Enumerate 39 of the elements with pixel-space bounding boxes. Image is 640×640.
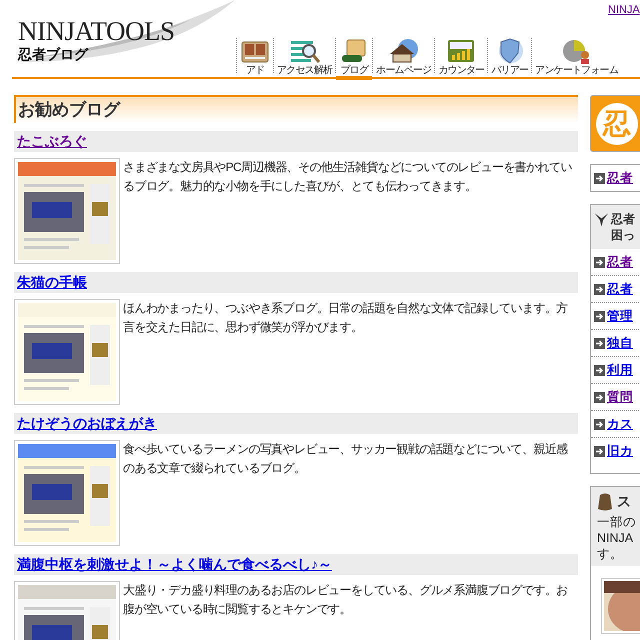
- nav-tab[interactable]: アクセス解析: [274, 38, 336, 80]
- house-globe-icon: [388, 38, 420, 64]
- sidebar-link[interactable]: 質問: [607, 388, 633, 406]
- counter-icon: [446, 38, 476, 64]
- blog-description: ほんわかまったり、つぶやき系ブログ。日常の話題を自然な文体で記録しています。方言を交えた日記に、思わず微笑が浮かびます。: [123, 300, 569, 336]
- blog-description: 食べ歩いているラーメンの写真やレビュー、サッカー観戦の話題などについて、親近感のある文章で綴られているブログ。: [123, 440, 569, 476]
- sidebar-link[interactable]: カス: [607, 414, 633, 434]
- sidebar-link[interactable]: 利用: [607, 360, 633, 380]
- arrow-icon: [595, 338, 604, 348]
- arrow-icon: [595, 174, 604, 182]
- arrow-icon: [595, 420, 604, 428]
- box-text: す。: [597, 546, 624, 562]
- arrow-icon: [595, 284, 604, 294]
- blog-title-link[interactable]: 朱猫の手帳: [17, 272, 87, 292]
- arrow-icon: [595, 366, 604, 374]
- arrow-icon: [595, 312, 604, 320]
- box-text: 一部の: [597, 514, 637, 530]
- sidebar-link[interactable]: 管理: [607, 306, 633, 326]
- box-text: NINJA: [597, 530, 634, 546]
- arrow-icon: [595, 392, 604, 402]
- logo-subtitle: 忍者ブログ: [18, 45, 88, 64]
- arrow-icon: [595, 258, 604, 266]
- basket-icon: [597, 492, 613, 510]
- box-title: 忍者: [611, 211, 635, 227]
- box-title: 困っ: [611, 227, 635, 243]
- logo-title: NINJATOOLS: [18, 16, 175, 46]
- sidebar-link[interactable]: 独自: [607, 334, 633, 352]
- box-title: ス: [617, 492, 631, 511]
- banner-logo: 忍: [596, 102, 638, 144]
- blog-title-link[interactable]: たこぶろぐ: [17, 130, 87, 152]
- section-title: お勧めブログ: [18, 99, 120, 121]
- blog-description: 大盛り・デカ盛り料理のあるお店のレビューをしている、グルメ系満腹ブログです。お腹が空いている時に閲覧するとキケンです。: [123, 582, 569, 618]
- sidebar-link[interactable]: 忍者: [607, 252, 633, 272]
- arrow-icon: [595, 447, 604, 456]
- sidebar-link[interactable]: 旧カ: [607, 442, 633, 461]
- magnifier-list-icon: [288, 38, 321, 64]
- ninja-link[interactable]: NINJA: [608, 2, 640, 18]
- blog-description: さまざまな文房具やPC周辺機器、その他生活雑貨などについてのレビューを書かれているブログ。魅力的な小物を手にした喜びが、とても伝わってきます。: [123, 158, 573, 194]
- sidebar-link[interactable]: 忍者: [607, 280, 633, 298]
